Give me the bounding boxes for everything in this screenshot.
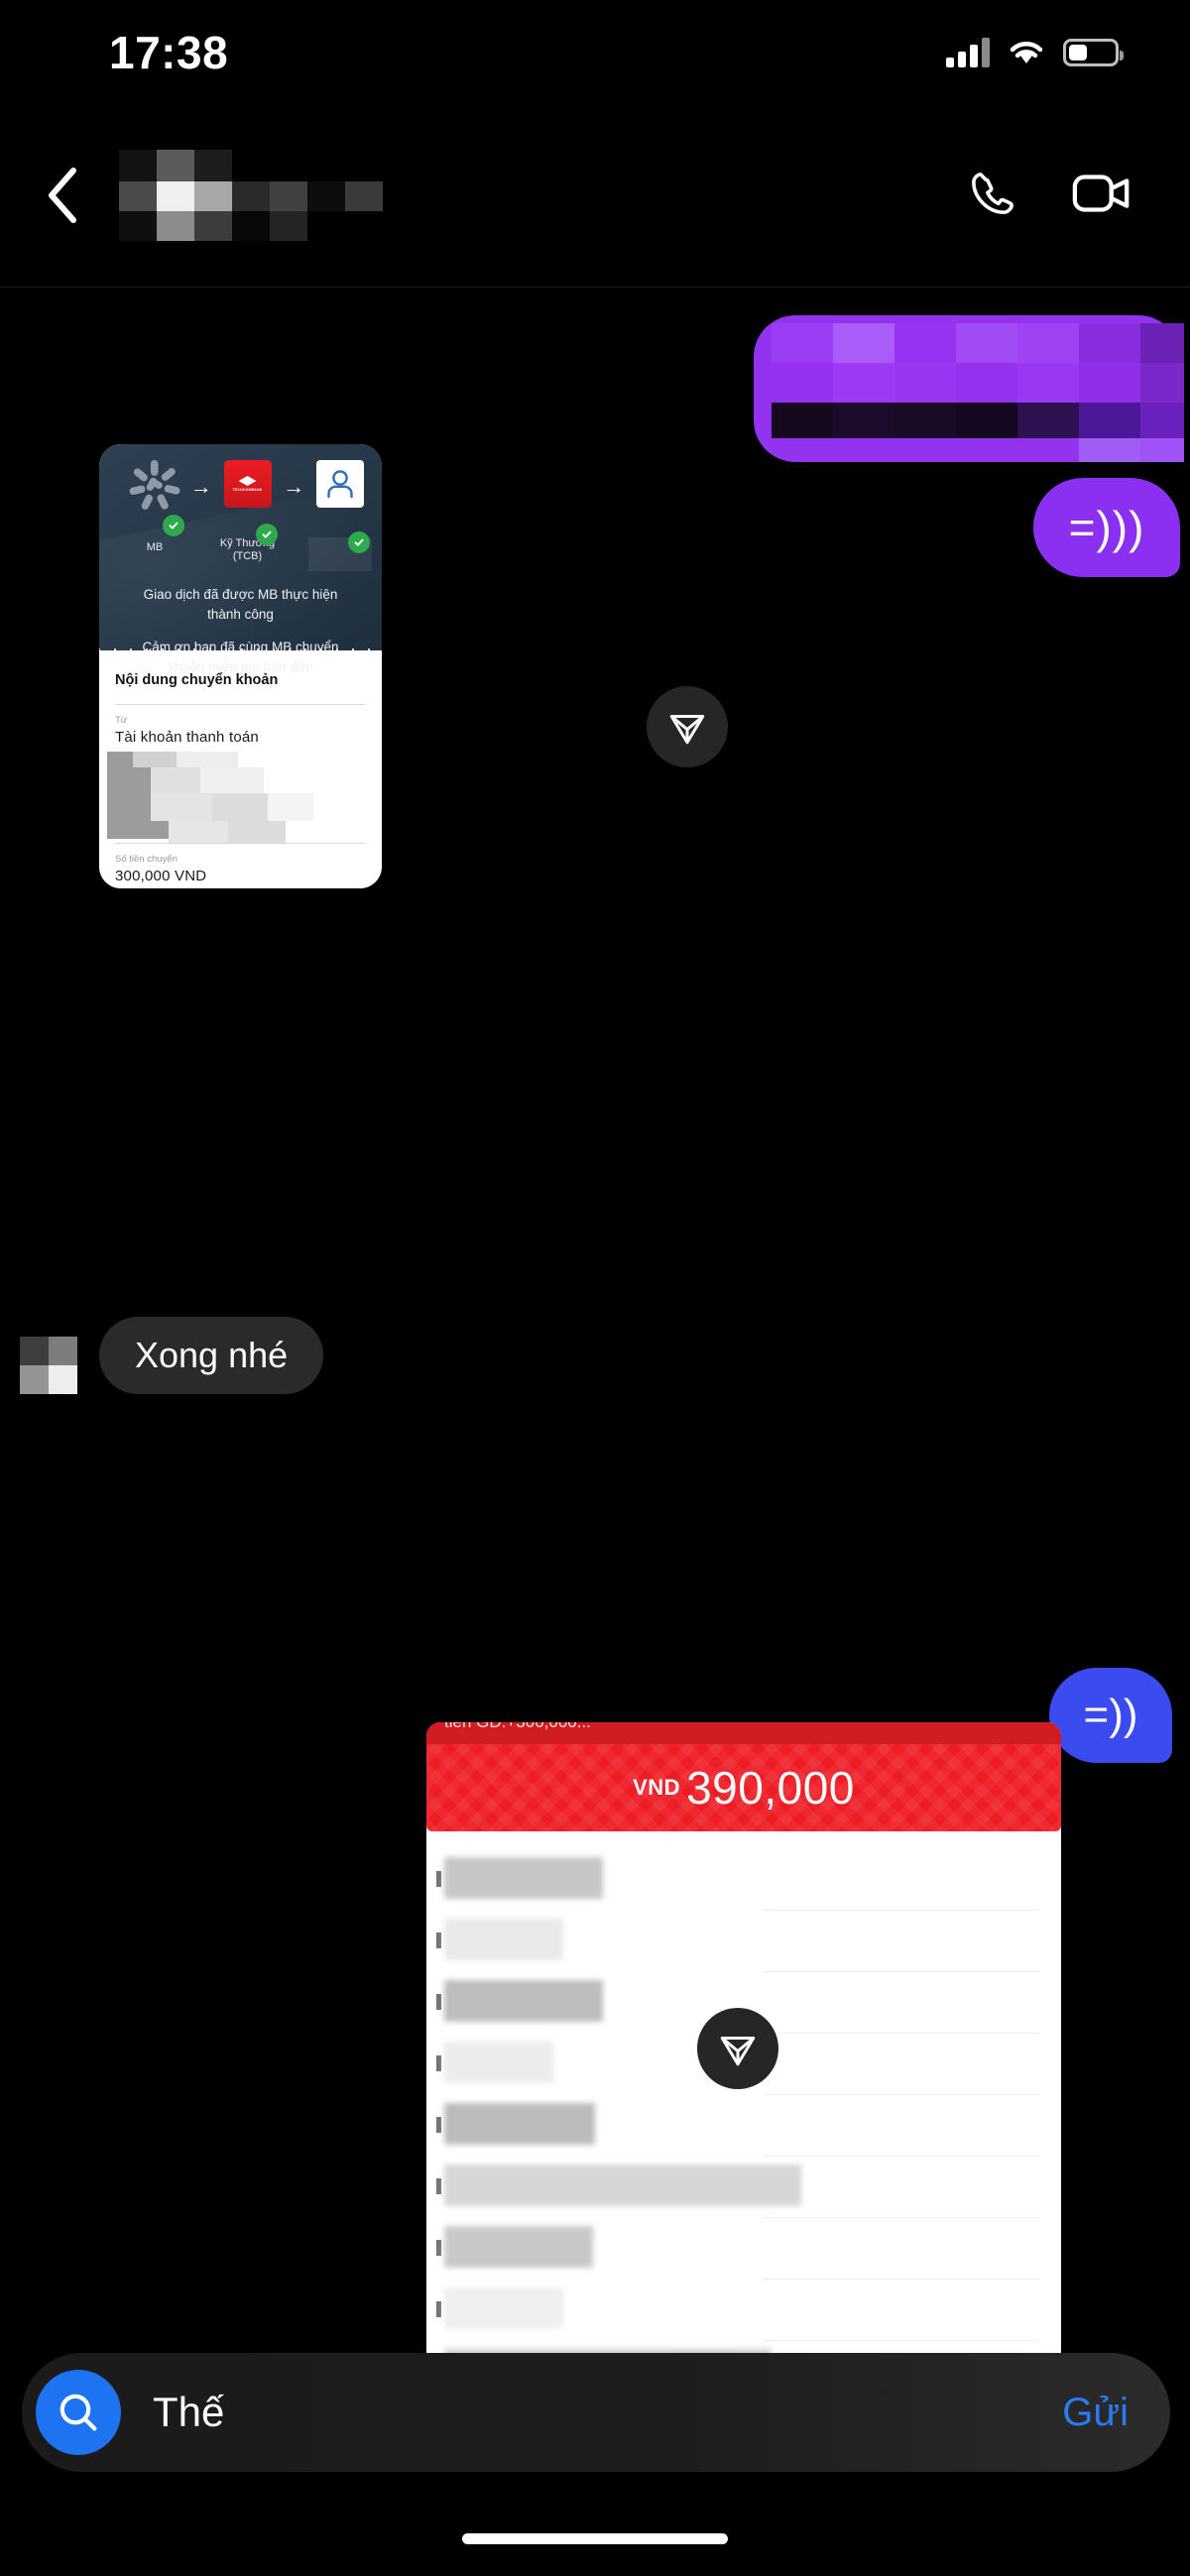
message-thread[interactable]: =))) MB → TECHCOMBANK Kỹ Thương (TCB) → … <box>0 288 1190 2576</box>
transaction-detail-rows-censored <box>426 1831 1061 2388</box>
status-bar: 17:38 <box>0 0 1190 104</box>
thanks-line-2: khoản miễn phí trọn đời! <box>168 658 313 674</box>
wifi-icon <box>1010 41 1043 63</box>
receipt-success-message: Giao dịch đã được MB thực hiện thành côn… <box>99 571 382 676</box>
flow-node-recipient <box>308 460 372 571</box>
check-circle-icon <box>255 524 278 546</box>
phone-icon <box>972 172 1013 214</box>
contact-name-area[interactable] <box>109 150 966 241</box>
table-row <box>426 1911 1061 1972</box>
receipt-field-amount: Số tiền chuyển 300,000 VND <box>115 844 366 888</box>
send-paper-plane-icon <box>669 715 705 745</box>
status-indicators <box>946 37 1124 67</box>
check-circle-icon <box>163 515 184 537</box>
success-line-2: thành công <box>207 606 274 622</box>
table-row <box>426 2280 1061 2341</box>
search-icon <box>60 2394 97 2431</box>
conversation-header <box>0 104 1190 288</box>
receipt-header: MB → TECHCOMBANK Kỹ Thương (TCB) → Giao … <box>99 444 382 674</box>
arrow-right-icon: → <box>283 474 305 499</box>
video-camera-icon <box>1072 174 1130 212</box>
flow-label-mb: MB <box>146 541 164 553</box>
battery-icon <box>1063 38 1124 66</box>
clipped-header-text: tiền GD:+300,000... <box>444 1722 591 1732</box>
status-time: 17:38 <box>109 26 229 78</box>
contact-name-censored <box>119 150 383 241</box>
techcombank-logo-icon: TECHCOMBANK <box>223 460 272 508</box>
message-composer[interactable]: Thế Gửi <box>22 2353 1170 2472</box>
amount-banner: VND 390,000 <box>426 1744 1061 1831</box>
search-button[interactable] <box>36 2370 121 2455</box>
outgoing-emoji-bubble-2[interactable]: =)) <box>1049 1668 1172 1763</box>
amount-value: 390,000 <box>686 1762 855 1814</box>
send-button[interactable]: Gửi <box>1062 2391 1129 2435</box>
check-circle-icon <box>348 531 370 553</box>
message-input[interactable]: Thế <box>121 2389 1062 2436</box>
chevron-left-icon <box>49 168 76 223</box>
flow-node-mb: MB <box>123 460 186 554</box>
person-avatar-icon <box>316 460 364 508</box>
receipt-account-censored <box>107 752 366 843</box>
bank-receipt-attachment[interactable]: MB → TECHCOMBANK Kỹ Thương (TCB) → Giao … <box>99 444 382 888</box>
incoming-message-bubble[interactable]: Xong nhé <box>99 1317 324 1394</box>
header-actions <box>966 167 1190 225</box>
flow-node-tcb: TECHCOMBANK Kỹ Thương (TCB) <box>216 460 280 563</box>
transfer-flow: MB → TECHCOMBANK Kỹ Thương (TCB) → <box>99 460 382 571</box>
mb-bank-logo-icon <box>128 460 181 512</box>
flow-label-tcb-line2: (TCB) <box>232 550 263 563</box>
table-row <box>426 1849 1061 1911</box>
chat-screen: 17:38 =))) MB → TECHCOMBANK Kỹ Thương (T… <box>0 0 1190 2576</box>
send-message-button[interactable] <box>647 686 728 767</box>
clipped-header-text-row: tiền GD:+300,000... <box>426 1722 1061 1744</box>
outgoing-emoji-bubble[interactable]: =))) <box>1033 478 1180 577</box>
table-row <box>426 2218 1061 2280</box>
send-message-button-2[interactable] <box>697 2008 778 2089</box>
thanks-line-1: Cảm ơn bạn đã cùng MB chuyển <box>142 640 339 655</box>
arrow-right-icon: → <box>189 474 212 499</box>
signal-bars-icon <box>946 37 990 67</box>
avatar-censored <box>20 1337 77 1394</box>
send-paper-plane-icon <box>720 2037 756 2066</box>
table-row <box>426 2157 1061 2218</box>
voice-call-button[interactable] <box>966 167 1019 225</box>
success-line-1: Giao dịch đã được MB thực hiện <box>143 587 338 602</box>
table-row <box>426 2095 1061 2157</box>
video-call-button[interactable] <box>1071 170 1132 222</box>
back-button[interactable] <box>0 165 109 226</box>
outgoing-message-censored[interactable] <box>754 315 1184 462</box>
amount-label: Số tiền chuyển <box>115 854 178 865</box>
currency-label: VND <box>633 1775 681 1800</box>
home-indicator <box>462 2533 728 2544</box>
amount-value: 300,000 VND <box>115 868 207 884</box>
